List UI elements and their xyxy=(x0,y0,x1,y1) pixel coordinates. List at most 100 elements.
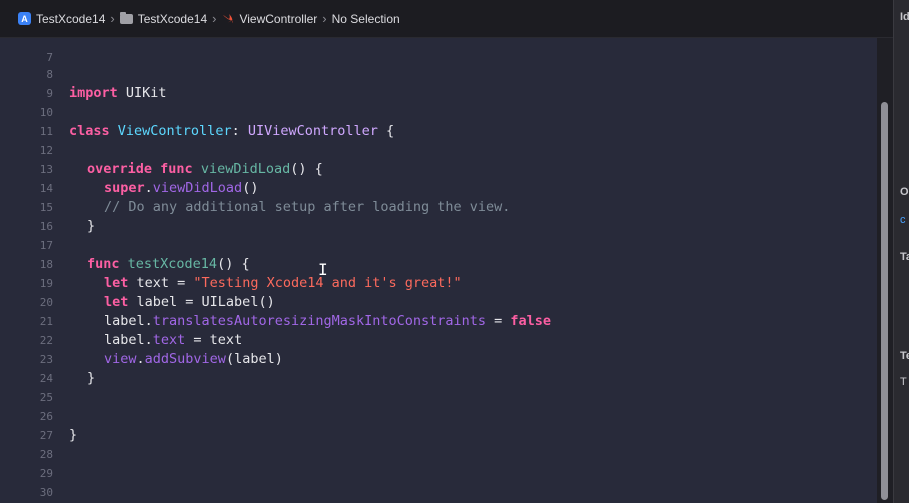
code-token: : xyxy=(231,123,248,139)
code-line[interactable]: 11 xyxy=(0,103,53,138)
breadcrumb-item-project[interactable]: A TestXcode14 xyxy=(18,12,105,26)
code-token: () { xyxy=(290,161,323,177)
type-token: UIViewController xyxy=(247,123,378,139)
code-line[interactable]: 29 xyxy=(0,445,53,480)
code-token: label. xyxy=(104,313,153,329)
keyword-token: class xyxy=(69,123,110,139)
breadcrumb-item-selection[interactable]: No Selection xyxy=(332,12,400,26)
code-line[interactable]: 14 // Do any additional setup after load… xyxy=(0,160,511,215)
inspector-label: O xyxy=(900,186,909,198)
code-text: label.text = text xyxy=(104,331,242,350)
code-line[interactable]: 16 xyxy=(0,198,53,233)
keyword-token: let xyxy=(104,294,129,310)
code-text: override func viewDidLoad() { xyxy=(87,160,323,179)
method-token: addSubview xyxy=(144,351,226,367)
code-line[interactable]: 17 func testXcode14() { xyxy=(0,217,250,272)
code-line[interactable]: 15 } xyxy=(0,179,95,234)
code-line[interactable]: 27 xyxy=(0,407,53,442)
code-line[interactable]: 20 label.translatesAutoresizingMaskIntoC… xyxy=(0,274,551,329)
code-token: () { xyxy=(217,256,250,272)
code-token: () xyxy=(242,180,259,196)
code-line[interactable]: 22 view.addSubview(label) xyxy=(0,312,283,367)
inspector-panel[interactable]: Id O c Ta Te T xyxy=(893,0,909,503)
code-line[interactable]: 28 xyxy=(0,426,53,461)
chevron-right-icon: › xyxy=(322,11,327,26)
code-token: } xyxy=(87,370,96,386)
code-line[interactable]: 31 xyxy=(0,483,18,502)
code-line[interactable]: 23 } xyxy=(0,331,95,386)
function-name-token: testXcode14 xyxy=(127,256,218,272)
swift-file-icon xyxy=(221,12,234,25)
breadcrumb: A TestXcode14 › TestXcode14 › ViewContro… xyxy=(0,0,893,38)
code-line[interactable]: 10 class ViewController: UIViewControlle… xyxy=(0,84,394,139)
code-line[interactable]: 8 import UIKit xyxy=(0,46,166,101)
folder-icon xyxy=(119,11,133,24)
inspector-label: Id xyxy=(900,11,909,23)
property-token: view xyxy=(104,351,137,367)
breadcrumb-item-file[interactable]: ViewController xyxy=(221,12,317,26)
text-cursor-icon: I xyxy=(318,260,328,279)
code-token: . xyxy=(144,180,153,196)
chevron-right-icon: › xyxy=(212,11,217,26)
code-editor[interactable]: 7 8 import UIKit 9 10 class ViewControll… xyxy=(0,38,877,503)
keyword-token: import xyxy=(69,85,118,101)
breadcrumb-selection-label: No Selection xyxy=(331,11,400,26)
code-line[interactable]: 25 xyxy=(0,369,53,404)
code-token: text = xyxy=(128,275,194,291)
comment-token: // Do any additional setup after loading… xyxy=(104,199,511,215)
code-token: label = xyxy=(128,294,202,310)
code-token: (label) xyxy=(225,351,283,367)
scrollbar-thumb[interactable] xyxy=(881,102,888,500)
keyword-token: super xyxy=(104,180,145,196)
code-token: label. xyxy=(104,332,153,348)
vertical-scrollbar[interactable] xyxy=(877,38,893,503)
keyword-token: func xyxy=(160,161,193,177)
code-token: } xyxy=(87,218,96,234)
code-text: class ViewController: UIViewController { xyxy=(69,122,394,141)
breadcrumb-group-label: TestXcode14 xyxy=(137,11,208,26)
keyword-token: let xyxy=(104,275,129,291)
inspector-label: c xyxy=(900,214,906,226)
code-text: super.viewDidLoad() xyxy=(104,179,258,198)
code-text: let label = UILabel() xyxy=(104,293,275,312)
code-token: . xyxy=(136,351,145,367)
code-text: import UIKit xyxy=(69,84,167,103)
code-text: func testXcode14() { xyxy=(87,255,250,274)
code-text: let text = "Testing Xcode14 and it's gre… xyxy=(104,274,462,293)
breadcrumb-file-label: ViewController xyxy=(239,11,318,26)
property-token: text xyxy=(152,332,186,348)
code-text: view.addSubview(label) xyxy=(104,350,283,369)
code-line[interactable]: 30 xyxy=(0,464,53,499)
keyword-token: false xyxy=(510,313,552,329)
xcode-app-icon: A xyxy=(18,12,31,25)
code-token: } xyxy=(69,427,78,443)
code-line[interactable]: 21 label.text = text xyxy=(0,293,242,348)
breadcrumb-item-group[interactable]: TestXcode14 xyxy=(119,11,208,26)
code-line[interactable]: 12 override func viewDidLoad() { xyxy=(0,122,323,177)
code-line[interactable]: 13 super.viewDidLoad() xyxy=(0,141,259,196)
code-line[interactable]: 26 } xyxy=(0,388,77,443)
code-line[interactable]: 24 xyxy=(0,350,53,385)
code-token: () xyxy=(258,294,275,310)
inspector-label: T xyxy=(900,376,907,388)
class-name-token: ViewController xyxy=(117,123,232,139)
code-token: UIKit xyxy=(117,85,167,101)
code-line[interactable]: 18 let text = "Testing Xcode14 and it's … xyxy=(0,236,462,291)
code-token: = xyxy=(486,313,511,329)
code-line[interactable]: 19 let label = UILabel() xyxy=(0,255,275,310)
code-text: label.translatesAutoresizingMaskIntoCons… xyxy=(104,312,551,331)
keyword-token: func xyxy=(87,256,120,272)
code-token: = text xyxy=(185,332,243,348)
method-token: viewDidLoad xyxy=(152,180,243,196)
keyword-token: override xyxy=(87,161,153,177)
code-token: { xyxy=(377,123,395,139)
type-token: UILabel xyxy=(201,294,259,310)
code-line[interactable]: 9 xyxy=(0,65,53,100)
function-name-token: viewDidLoad xyxy=(200,161,291,177)
chevron-right-icon: › xyxy=(110,11,115,26)
property-token: translatesAutoresizingMaskIntoConstraint… xyxy=(152,313,487,329)
breadcrumb-project-label: TestXcode14 xyxy=(36,11,106,26)
